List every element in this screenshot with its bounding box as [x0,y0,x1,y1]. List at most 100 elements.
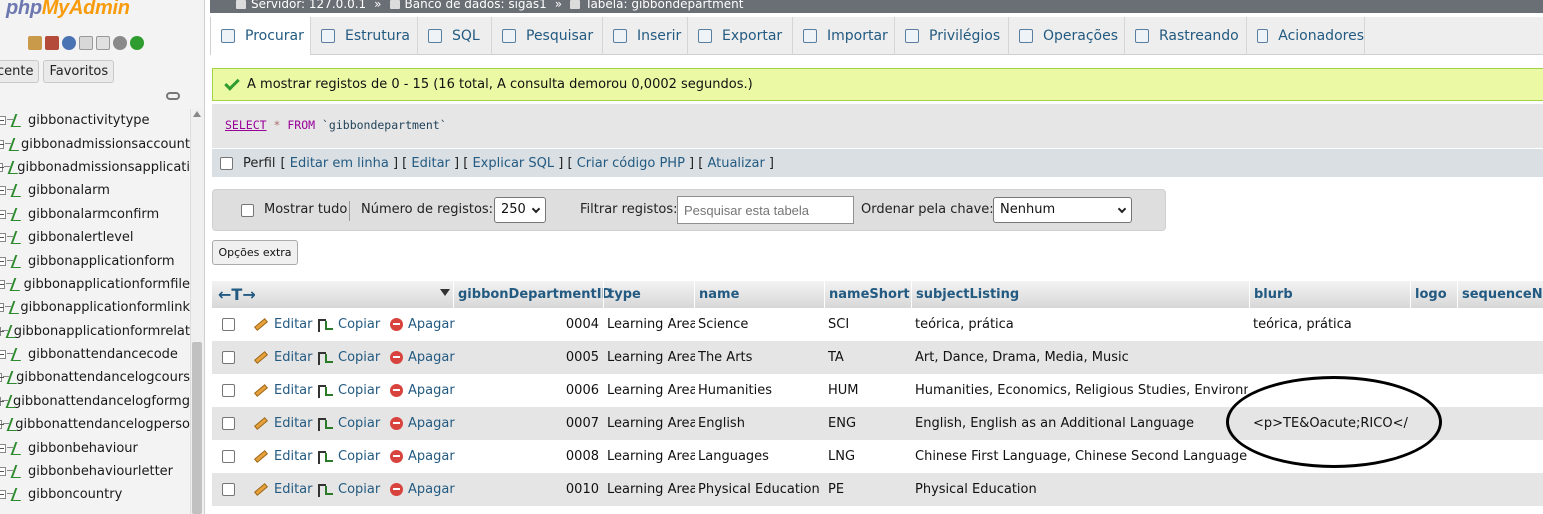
copy-row-button[interactable]: Copiar [318,407,380,440]
breadcrumb-database[interactable]: Banco de dados: sigas1 [405,0,547,11]
expand-icon[interactable] [0,373,5,383]
nav-table-item[interactable]: gibbonadmissionsaccount [0,132,190,155]
nav-table-item[interactable]: gibbonbehaviourletter [0,460,190,483]
expand-icon[interactable] [0,139,4,149]
link-with-main-icon[interactable] [166,92,180,100]
column-header-type[interactable]: type [603,281,695,308]
expand-icon[interactable] [0,350,6,360]
nav-table-item[interactable]: gibbonactivitytype [0,109,190,132]
tab-pesquisar[interactable]: Pesquisar [492,17,603,55]
edit-link[interactable]: Editar [411,156,450,171]
column-header-sequencenumber[interactable]: sequenceNumb [1457,281,1543,308]
row-checkbox[interactable] [222,483,235,496]
row-checkbox[interactable] [222,450,235,463]
expand-icon[interactable] [0,467,6,477]
nav-table-name[interactable]: gibbonbehaviour [28,441,138,456]
expand-icon[interactable] [0,396,5,406]
nav-table-item[interactable]: gibbonapplicationformfile [0,273,190,296]
delete-row-button[interactable]: Apagar [390,308,455,341]
sql-query[interactable]: SELECT * FROM `gibbondepartment` [225,118,447,132]
delete-row-button[interactable]: Apagar [390,407,455,440]
tab-procurar[interactable]: Procurar [210,17,311,55]
nav-tab-recent[interactable]: cente [0,60,40,83]
nav-table-item[interactable]: gibbonapplicationform [0,249,190,272]
nav-table-name[interactable]: gibbonattendancelogcours [16,370,190,385]
nav-table-item[interactable]: gibbonadmissionsapplicati [0,156,190,179]
nav-table-name[interactable]: gibbonadmissionsapplicati [17,160,190,175]
edit-row-button[interactable]: Editar [252,473,313,506]
row-checkbox[interactable] [222,318,235,331]
edit-inline-link[interactable]: Editar em linha [290,156,389,171]
copy-row-button[interactable]: Copiar [318,374,380,407]
nav-table-item[interactable]: gibbonattendancelogformg [0,390,190,413]
sql-keyword-select[interactable]: SELECT [225,118,267,132]
column-header-blurb[interactable]: blurb [1249,281,1411,308]
reload-icon[interactable] [130,36,144,50]
rows-count-select[interactable]: 250 [494,197,546,223]
nav-table-item[interactable]: gibbonattendancecode [0,343,190,366]
nav-table-item[interactable]: gibbonalertlevel [0,226,190,249]
column-header-subjectlisting[interactable]: subjectListing [911,281,1250,308]
help-icon[interactable] [62,36,76,50]
nav-table-name[interactable]: gibbonadmissionsaccount [21,137,190,152]
profile-checkbox[interactable] [220,156,233,170]
row-checkbox[interactable] [222,417,235,430]
sort-dropdown-icon[interactable] [440,289,450,296]
nav-scroll-thumb[interactable] [192,342,202,514]
copy-row-button[interactable]: Copiar [318,440,380,473]
docs-icon[interactable] [79,36,93,50]
phpmyadmin-logo[interactable]: phpMyAdmin [6,0,130,20]
expand-icon[interactable] [0,233,6,243]
tab-exportar[interactable]: Exportar [688,17,793,55]
delete-row-button[interactable]: Apagar [390,341,455,374]
scroll-up-icon[interactable] [193,111,201,117]
row-checkbox[interactable] [222,384,235,397]
nav-table-name[interactable]: gibbonattendancelogperso [15,417,190,432]
nav-table-item[interactable]: gibbonbehaviour [0,436,190,459]
column-arrows-icon[interactable]: ←T→ [218,285,256,304]
copy-row-button[interactable]: Copiar [318,473,380,506]
sort-key-select[interactable]: Nenhum [993,197,1132,223]
nav-table-name[interactable]: gibbonapplicationformfile [24,277,190,292]
delete-row-button[interactable]: Apagar [390,473,455,506]
refresh-link[interactable]: Atualizar [707,156,764,171]
tab-importar[interactable]: Importar [793,17,895,55]
tab-acionadores[interactable]: Acionadores [1247,17,1365,55]
nav-table-name[interactable]: gibbonapplicationformlink [20,300,190,315]
nav-table-name[interactable]: gibbonalarm [28,183,110,198]
extra-options-button[interactable]: Opções extra [212,240,298,265]
create-php-code-link[interactable]: Criar código PHP [577,156,685,171]
filter-rows-input[interactable] [677,196,854,224]
show-all-checkbox[interactable] [241,204,254,217]
tab-inserir[interactable]: Inserir [603,17,688,55]
column-header-logo[interactable]: logo [1410,281,1457,308]
copy-row-button[interactable]: Copiar [318,341,380,374]
tab-sql[interactable]: SQL [418,17,492,55]
expand-icon[interactable] [0,116,6,126]
nav-table-item[interactable]: gibbonalarmconfirm [0,203,190,226]
breadcrumb-server[interactable]: Servidor: 127.0.0.1 [251,0,366,11]
nav-table-item[interactable]: gibbonattendancelogcours [0,366,190,389]
breadcrumb-table[interactable]: Tabela: gibbondepartment [585,0,743,11]
nav-tab-favorites[interactable]: Favoritos [43,60,115,83]
nav-table-item[interactable]: gibbonalarm [0,179,190,202]
nav-table-item[interactable]: gibbonattendancelogperso [0,413,190,436]
row-checkbox[interactable] [222,351,235,364]
column-header-gibbondepartmentid[interactable]: gibbonDepartmentID [453,281,612,308]
column-header-nameshort[interactable]: nameShort [824,281,911,308]
expand-icon[interactable] [0,186,6,196]
tab-privilegios[interactable]: Privilégios [895,17,1009,55]
edit-row-button[interactable]: Editar [252,374,313,407]
expand-icon[interactable] [0,162,4,172]
delete-row-button[interactable]: Apagar [390,374,455,407]
sql-doc-icon[interactable] [96,36,110,50]
expand-icon[interactable] [0,256,6,266]
nav-table-name[interactable]: gibbonactivitytype [28,113,150,128]
expand-icon[interactable] [0,420,4,430]
expand-icon[interactable] [0,303,4,313]
edit-row-button[interactable]: Editar [252,407,313,440]
expand-icon[interactable] [0,209,6,219]
column-header-name[interactable]: name [694,281,825,308]
edit-row-button[interactable]: Editar [252,341,313,374]
expand-icon[interactable] [0,326,5,336]
